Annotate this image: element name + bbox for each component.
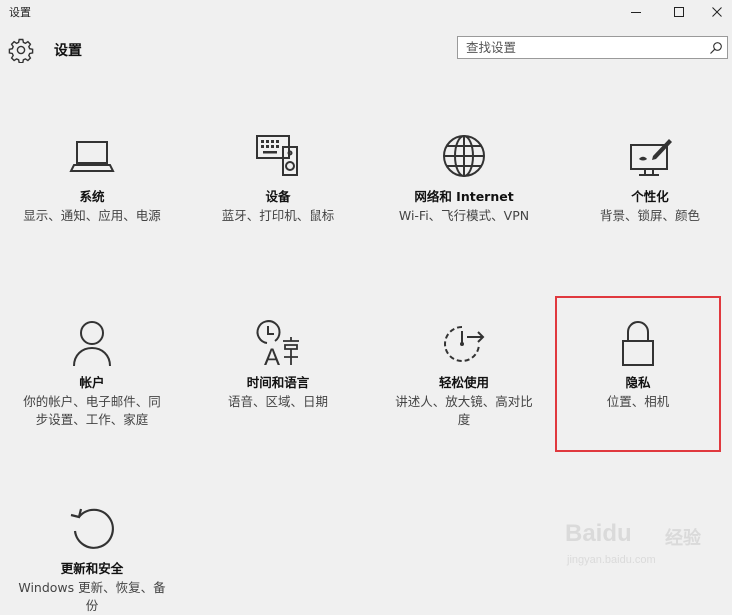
tile-title: 轻松使用 bbox=[438, 375, 489, 390]
tile-title: 时间和语言 bbox=[246, 375, 310, 390]
watermark-brand: Baidu bbox=[565, 520, 632, 547]
tile-description: 背景、锁屏、颜色 bbox=[599, 208, 700, 223]
page-title: 设置 bbox=[54, 43, 82, 59]
title-bar: 设置 bbox=[0, 0, 732, 24]
person-icon bbox=[73, 321, 111, 367]
tile-devices[interactable]: 设备 蓝牙、打印机、鼠标 bbox=[198, 133, 358, 225]
tile-title: 个性化 bbox=[631, 189, 669, 204]
maximize-icon bbox=[674, 7, 684, 17]
tile-system[interactable]: 系统 显示、通知、应用、电源 bbox=[12, 133, 172, 225]
baidu-watermark: Baidu 经验 jingyan.baidu.com bbox=[565, 520, 725, 580]
tile-ease-of-access[interactable]: 轻松使用 讲述人、放大镜、高对比度 bbox=[384, 319, 544, 429]
watermark-url: jingyan.baidu.com bbox=[567, 554, 656, 566]
tile-title: 网络和 Internet bbox=[414, 189, 514, 204]
minimize-button[interactable] bbox=[616, 0, 656, 24]
close-icon bbox=[712, 7, 722, 17]
settings-header: 设置 bbox=[0, 30, 732, 70]
tile-description: 你的帐户、电子邮件、同步设置、工作、家庭 bbox=[23, 394, 161, 427]
tile-title: 帐户 bbox=[79, 375, 105, 390]
tile-personalization[interactable]: 个性化 背景、锁屏、颜色 bbox=[570, 133, 730, 225]
close-button[interactable] bbox=[702, 0, 732, 24]
keyboard-speaker-icon bbox=[256, 135, 298, 176]
window-title: 设置 bbox=[9, 6, 31, 19]
tile-description: Wi-Fi、飞行模式、VPN bbox=[398, 208, 530, 223]
paint-screen-icon bbox=[630, 139, 672, 176]
tile-accounts[interactable]: 帐户 你的帐户、电子邮件、同步设置、工作、家庭 bbox=[12, 319, 172, 429]
maximize-button[interactable] bbox=[659, 0, 699, 24]
tile-network[interactable]: 网络和 Internet Wi-Fi、飞行模式、VPN bbox=[384, 133, 544, 225]
tile-description: 蓝牙、打印机、鼠标 bbox=[221, 208, 335, 223]
tile-title: 设备 bbox=[265, 189, 291, 204]
watermark-label: 经验 bbox=[665, 528, 701, 548]
tile-description: 显示、通知、应用、电源 bbox=[23, 208, 161, 223]
search-box[interactable] bbox=[457, 36, 728, 59]
svg-text:A: A bbox=[264, 344, 280, 369]
tile-update-security[interactable]: 更新和安全 Windows 更新、恢复、备份 bbox=[12, 505, 172, 615]
privacy-highlight-box bbox=[555, 296, 721, 452]
ease-of-access-icon bbox=[444, 326, 485, 362]
tile-description: Windows 更新、恢复、备份 bbox=[18, 580, 166, 613]
tile-time-language[interactable]: A 时间和语言 语音、区域、日期 bbox=[198, 319, 358, 411]
clock-language-icon: A bbox=[256, 320, 299, 369]
update-arrow-icon bbox=[70, 508, 114, 549]
search-icon[interactable] bbox=[709, 41, 723, 55]
tile-description: 语音、区域、日期 bbox=[227, 394, 328, 409]
tile-title: 更新和安全 bbox=[60, 561, 124, 576]
laptop-icon bbox=[69, 141, 115, 172]
tile-description: 讲述人、放大镜、高对比度 bbox=[395, 394, 533, 427]
gear-icon bbox=[8, 38, 34, 63]
tile-title: 系统 bbox=[79, 189, 105, 204]
globe-icon bbox=[443, 135, 485, 177]
search-input[interactable] bbox=[466, 39, 706, 56]
minimize-icon bbox=[631, 12, 641, 13]
